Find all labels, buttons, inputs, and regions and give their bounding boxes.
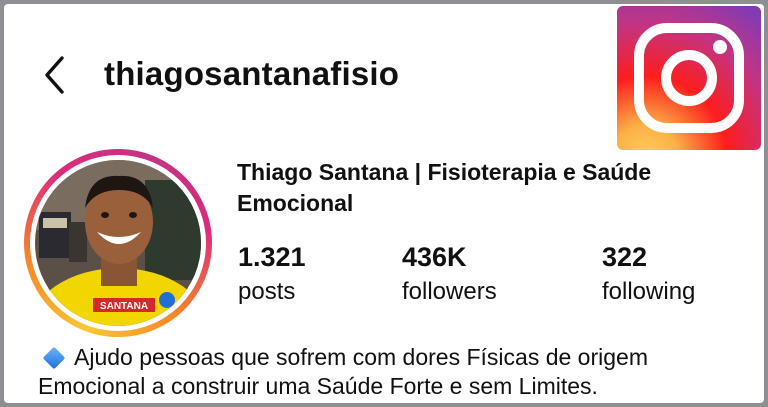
following-label: following [602,278,696,305]
back-button[interactable] [36,50,76,100]
profile-bio: Ajudo pessoas que sofrem com dores Físic… [38,343,758,401]
blue-diamond-icon [42,346,66,370]
instagram-logo-icon [617,6,761,150]
bio-line-1: Ajudo pessoas que sofrem com dores Físic… [38,343,758,372]
profile-username: thiagosantanafisio [104,55,400,92]
following-count: 322 [602,242,648,272]
bio-text-2: Emocional a construir uma Saúde Forte e … [38,373,598,399]
posts-count: 1.321 [238,242,306,272]
followers-count: 436K [402,242,467,272]
bio-text-1: Ajudo pessoas que sofrem com dores Físic… [74,344,648,370]
avatar-border: SANTANA [30,155,206,331]
following-stat[interactable]: 322 following [602,240,695,308]
profile-screen: thiagosantanafisio SANTANA Thiago Santan… [4,4,764,403]
posts-label: posts [238,278,296,305]
posts-stat[interactable]: 1.321 posts [238,240,306,308]
profile-display-name: Thiago Santana | Fisioterapia e Saúde Em… [237,159,652,216]
followers-label: followers [402,278,497,305]
avatar-shirt-text: SANTANA [100,301,148,312]
avatar-photo: SANTANA [35,160,201,326]
followers-stat[interactable]: 436K followers [402,240,497,308]
chevron-left-icon [45,56,64,94]
profile-avatar[interactable]: SANTANA [24,149,212,337]
